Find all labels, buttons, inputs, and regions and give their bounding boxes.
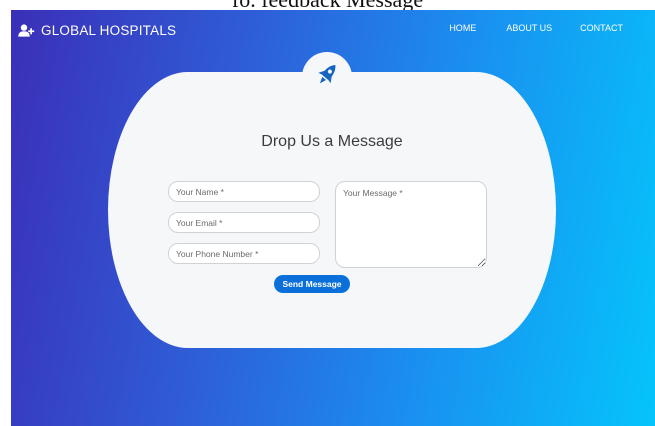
rocket-badge [302,52,352,102]
send-message-button[interactable]: Send Message [274,275,350,293]
rocket-icon [312,60,342,95]
top-nav: HOME ABOUT US CONTACT [449,23,623,33]
nav-about-us[interactable]: ABOUT US [506,23,552,33]
name-field[interactable] [168,181,320,202]
brand-name: GLOBAL HOSPITALS [41,23,177,38]
message-field[interactable] [335,181,487,268]
contact-card [108,72,556,348]
form-title: Drop Us a Message [261,133,403,150]
caption-strip: fo. feedback Message [0,0,655,10]
phone-field[interactable] [168,243,320,264]
nav-home[interactable]: HOME [449,23,476,33]
brand[interactable]: GLOBAL HOSPITALS [18,23,176,38]
user-plus-icon [18,24,35,37]
caption-text: fo. feedback Message [0,0,655,10]
email-field[interactable] [168,212,320,233]
nav-contact[interactable]: CONTACT [580,23,623,33]
